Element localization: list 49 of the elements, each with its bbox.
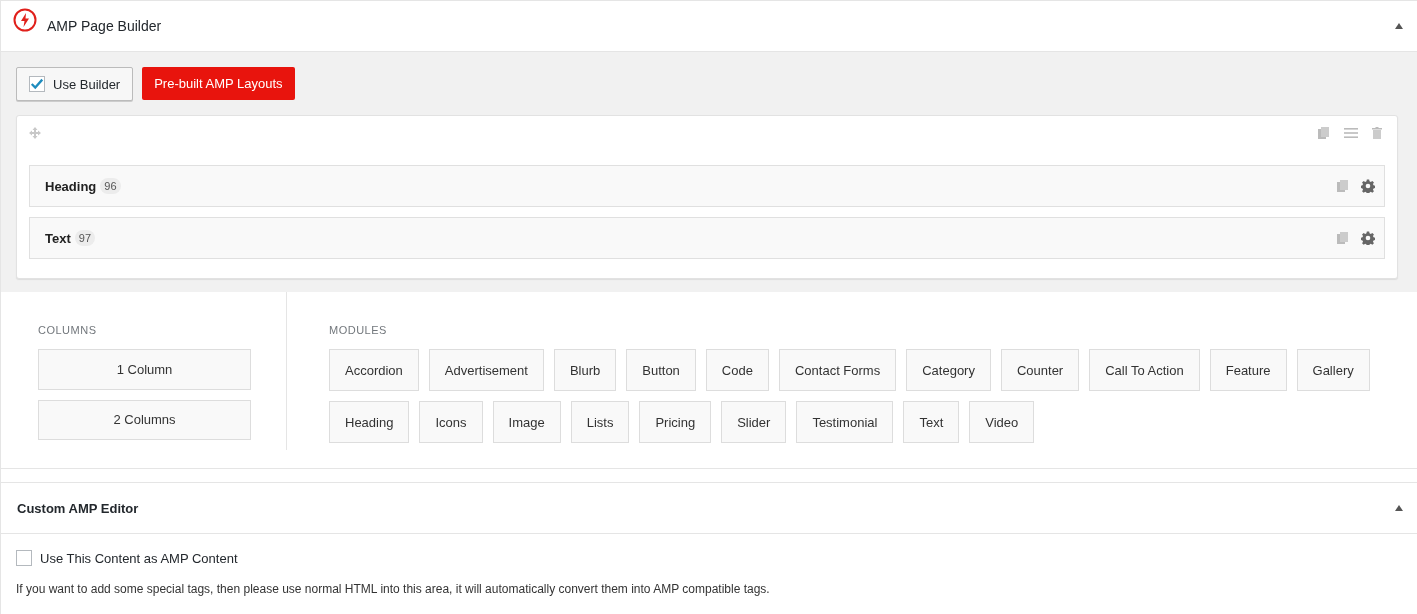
checkbox[interactable]	[29, 76, 45, 92]
layouts-button[interactable]: Pre-built AMP Layouts	[142, 67, 295, 100]
module-id-badge: 96	[100, 178, 121, 194]
module-button[interactable]: Slider	[721, 401, 787, 443]
module-button[interactable]: Testimonial	[796, 401, 894, 443]
module-row[interactable]: Text 97	[29, 217, 1385, 259]
module-name: Text	[45, 230, 71, 246]
collapse-icon[interactable]	[1395, 505, 1403, 511]
module-button[interactable]: Gallery	[1296, 349, 1370, 391]
module-button[interactable]: Video	[969, 401, 1035, 443]
help-text: If you want to add some special tags, then please use normal HTML into this area, it will automatically convert them into AMP compatible tags.	[16, 582, 771, 596]
module-button[interactable]: Icons	[419, 401, 483, 443]
module-button[interactable]: Call To Action	[1089, 349, 1200, 391]
module-button[interactable]: Advertisement	[428, 349, 544, 391]
module-button[interactable]: Heading	[329, 401, 410, 443]
module-button[interactable]: Counter	[1000, 349, 1080, 391]
module-button[interactable]: Text	[903, 401, 960, 443]
module-button[interactable]: Category	[906, 349, 991, 391]
copy-icon[interactable]	[1318, 127, 1330, 139]
module-id-badge: 97	[74, 230, 95, 246]
module-button[interactable]: Contact Forms	[778, 349, 897, 391]
column-layout-button[interactable]: 1 Column	[38, 349, 251, 390]
module-button[interactable]: Image	[492, 401, 561, 443]
move-icon[interactable]	[29, 127, 41, 139]
module-button[interactable]: Pricing	[639, 401, 712, 443]
column-layout-button[interactable]: 2 Columns	[38, 399, 251, 440]
settings-icon[interactable]	[1361, 179, 1375, 193]
module-button[interactable]: Lists	[570, 401, 630, 443]
module-name: Heading	[45, 178, 97, 194]
panel-title: Custom AMP Editor	[17, 500, 140, 516]
collapse-icon[interactable]	[1395, 23, 1403, 29]
settings-icon[interactable]	[1361, 231, 1375, 245]
menu-icon[interactable]	[1344, 128, 1358, 138]
module-button[interactable]: Button	[626, 349, 696, 391]
use-builder-button[interactable]: Use Builder	[16, 67, 134, 101]
columns-heading: COLUMNS	[38, 324, 97, 336]
lightning-icon	[13, 8, 37, 32]
copy-icon[interactable]	[1337, 232, 1349, 244]
module-button[interactable]: Blurb	[553, 349, 617, 391]
module-row[interactable]: Heading 96	[29, 165, 1385, 207]
trash-icon[interactable]	[1372, 127, 1382, 139]
module-button[interactable]: Feature	[1209, 349, 1287, 391]
modules-heading: MODULES	[329, 324, 388, 336]
checkbox[interactable]	[16, 550, 32, 566]
module-button[interactable]: Code	[705, 349, 769, 391]
module-button[interactable]: Accordion	[329, 349, 419, 391]
panel-title: AMP Page Builder	[47, 18, 163, 34]
checkbox-label[interactable]: Use This Content as AMP Content	[40, 550, 238, 566]
copy-icon[interactable]	[1337, 180, 1349, 192]
